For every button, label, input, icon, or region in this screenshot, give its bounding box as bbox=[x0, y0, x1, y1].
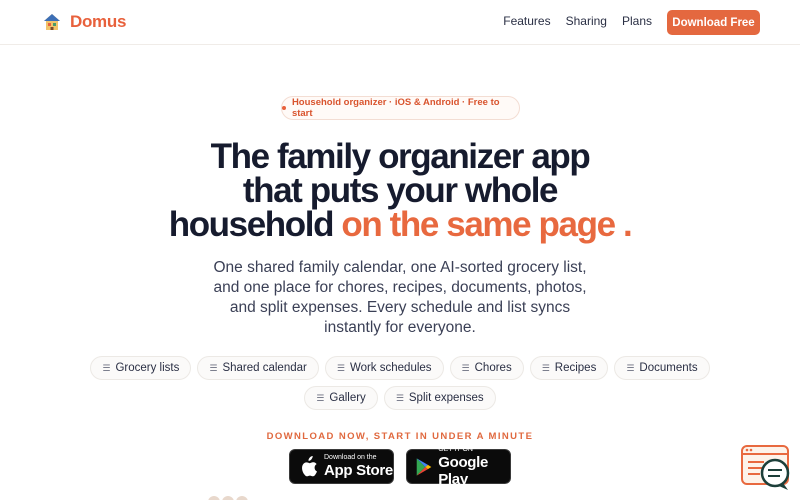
hero-subtitle: One shared family calendar, one AI-sorte… bbox=[213, 259, 587, 336]
list-icon: ☰ bbox=[336, 362, 345, 373]
chat-support-icon[interactable] bbox=[740, 444, 792, 492]
hero-title: The family organizer app that puts your … bbox=[100, 139, 700, 244]
chip-label: Documents bbox=[639, 362, 698, 374]
download-free-button[interactable]: Download Free bbox=[667, 10, 760, 35]
avatar bbox=[222, 496, 234, 500]
avatar bbox=[208, 496, 220, 500]
avatar bbox=[236, 496, 248, 500]
nav-link-sharing[interactable]: Sharing bbox=[566, 14, 607, 28]
google-play-button[interactable]: GET IT ON Google Play bbox=[406, 446, 511, 488]
list-icon: ☰ bbox=[209, 362, 218, 373]
chip-label: Grocery lists bbox=[115, 362, 180, 374]
chip-label: Gallery bbox=[329, 392, 366, 404]
house-logo-icon bbox=[44, 14, 60, 30]
main-nav: Features Sharing Plans bbox=[503, 14, 652, 28]
chip-chores[interactable]: ☰ Chores bbox=[449, 356, 524, 380]
google-play-small: GET IT ON bbox=[438, 445, 473, 453]
chip-label: Recipes bbox=[554, 362, 597, 374]
app-store-small: Download on the bbox=[324, 454, 377, 461]
chip-label: Shared calendar bbox=[222, 362, 307, 374]
feature-chips: ☰ Grocery lists ☰ Shared calendar ☰ Work… bbox=[70, 356, 730, 410]
chip-grocery-lists[interactable]: ☰ Grocery lists bbox=[90, 356, 192, 380]
list-icon: ☰ bbox=[541, 362, 550, 373]
user-avatars bbox=[208, 496, 258, 500]
list-icon: ☰ bbox=[316, 392, 325, 403]
list-icon: ☰ bbox=[102, 362, 111, 373]
list-icon: ☰ bbox=[395, 392, 404, 403]
chip-label: Split expenses bbox=[408, 392, 484, 404]
site-header: Domus Features Sharing Plans Download Fr… bbox=[0, 0, 800, 45]
google-play-icon bbox=[416, 457, 432, 476]
apple-icon bbox=[302, 455, 317, 476]
hero-badge: Household organizer · iOS & Android · Fr… bbox=[281, 96, 520, 120]
google-play-text: GET IT ON Google Play bbox=[438, 446, 510, 488]
hero-title-accent: on the same page . bbox=[341, 205, 632, 244]
hero-title-line3: household bbox=[168, 205, 335, 244]
chip-shared-calendar[interactable]: ☰ Shared calendar bbox=[197, 356, 319, 380]
chip-gallery[interactable]: ☰ Gallery bbox=[304, 386, 378, 410]
chip-recipes[interactable]: ☰ Recipes bbox=[529, 356, 609, 380]
download-label: DOWNLOAD NOW, START IN UNDER A MINUTE bbox=[266, 431, 534, 442]
brand-logo[interactable]: Domus bbox=[42, 10, 126, 34]
brand-name: Domus bbox=[70, 12, 127, 31]
chip-work-schedules[interactable]: ☰ Work schedules bbox=[324, 356, 444, 380]
chip-documents[interactable]: ☰ Documents bbox=[614, 356, 710, 380]
chip-label: Work schedules bbox=[349, 362, 432, 374]
app-store-big: App Store bbox=[324, 462, 393, 479]
app-store-button[interactable]: Download on the App Store bbox=[289, 449, 394, 484]
google-play-big: Google Play bbox=[438, 453, 489, 488]
badge-text: Household organizer · iOS & Android · Fr… bbox=[291, 97, 500, 119]
chip-split-expenses[interactable]: ☰ Split expenses bbox=[383, 386, 496, 410]
nav-link-features[interactable]: Features bbox=[503, 14, 550, 28]
app-store-text: Download on the App Store bbox=[324, 454, 393, 479]
nav-link-plans[interactable]: Plans bbox=[622, 14, 652, 28]
chip-label: Chores bbox=[474, 362, 512, 374]
list-icon: ☰ bbox=[626, 362, 635, 373]
badge-dot-icon bbox=[282, 106, 286, 110]
list-icon: ☰ bbox=[461, 362, 470, 373]
